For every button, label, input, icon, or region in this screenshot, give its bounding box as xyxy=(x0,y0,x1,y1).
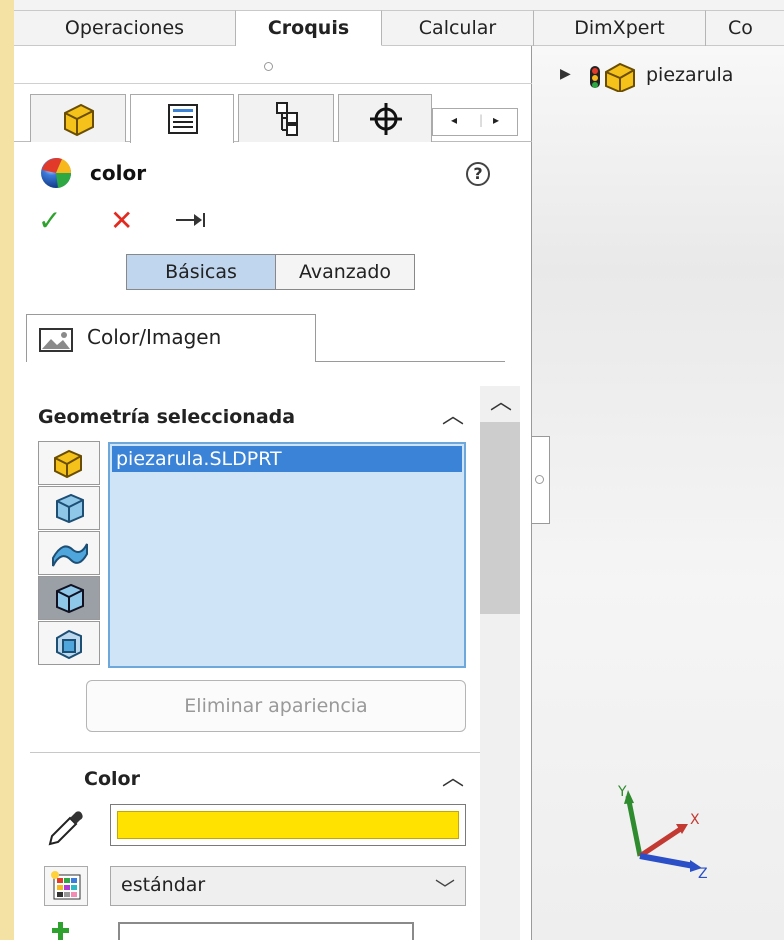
property-manager-panel: ◂ | ▸ color ? ✓ ✕ Básicas Avanzado Color… xyxy=(14,46,532,940)
color-swatch-field[interactable] xyxy=(110,804,466,846)
filter-surface-button[interactable] xyxy=(38,621,100,665)
color-heading: Color xyxy=(84,768,140,790)
mode-avanzado-button[interactable]: Avanzado xyxy=(275,254,415,290)
pin-icon xyxy=(176,213,205,227)
scrollbar-thumb[interactable] xyxy=(480,422,520,614)
color-collapse-icon[interactable]: ︿ xyxy=(442,760,464,792)
expand-arrow-icon[interactable]: ▶ xyxy=(560,66,571,82)
configuration-icon xyxy=(276,102,298,136)
tab-calcular[interactable]: Calcular xyxy=(382,10,534,46)
panel-scrollbar[interactable]: ︿ xyxy=(480,386,520,940)
crosshair-icon xyxy=(370,103,402,135)
triad-x-label: X xyxy=(690,812,700,828)
configurationmanager-tab[interactable] xyxy=(238,94,334,142)
geometry-heading: Geometría seleccionada xyxy=(38,406,296,428)
list-item[interactable]: piezarula.SLDPRT xyxy=(112,446,462,472)
eyedropper-button[interactable] xyxy=(44,806,88,850)
part-icon xyxy=(64,103,94,137)
featuremanager-tab[interactable] xyxy=(30,94,126,142)
filter-body-button[interactable] xyxy=(38,486,100,530)
triad-z-label: Z xyxy=(698,866,708,882)
feature-filter-icon xyxy=(56,583,84,614)
selection-filters xyxy=(38,441,102,667)
selected-geometry-list[interactable]: piezarula.SLDPRT xyxy=(108,442,466,668)
body-filter-icon xyxy=(56,493,84,524)
tab-croquis[interactable]: Croquis xyxy=(236,10,382,46)
color-swatch[interactable] xyxy=(117,811,459,839)
color-imagen-tab[interactable]: Color/Imagen xyxy=(26,314,316,362)
palette-select[interactable]: estándar ﹀ xyxy=(110,866,466,906)
pm-title: color xyxy=(90,161,147,185)
handle-dot-icon xyxy=(264,62,273,71)
manager-tabs: ◂ | ▸ xyxy=(14,90,532,143)
palette-options-button[interactable] xyxy=(44,866,88,906)
face-filter-icon xyxy=(52,543,88,567)
tab-dimxpert[interactable]: DimXpert xyxy=(534,10,706,46)
chevron-down-icon: ﹀ xyxy=(435,877,455,901)
surface-body-filter-icon xyxy=(56,629,82,660)
scroll-left-icon[interactable]: ◂ xyxy=(451,113,457,127)
image-icon xyxy=(39,328,73,352)
appearance-ball-icon xyxy=(41,158,72,188)
property-list-icon xyxy=(168,104,198,134)
add-color-button[interactable] xyxy=(44,922,88,940)
color-palette-swatches[interactable] xyxy=(118,922,414,940)
command-tab-bar: Operaciones Croquis Calcular DimXpert Co xyxy=(14,0,784,46)
triad-y-label: Y xyxy=(617,784,627,800)
scroll-up-icon[interactable]: ︿ xyxy=(490,384,512,416)
panel-collapse-handle[interactable] xyxy=(532,436,550,524)
dimxpertmanager-tab[interactable] xyxy=(338,94,432,142)
mode-basicas-button[interactable]: Básicas xyxy=(126,254,276,290)
help-button[interactable]: ? xyxy=(466,162,490,186)
filter-face-button[interactable] xyxy=(38,531,100,575)
eyedropper-icon xyxy=(48,811,83,846)
remove-appearance-button[interactable]: Eliminar apariencia xyxy=(86,680,466,732)
add-icon xyxy=(52,922,69,940)
part-tree-icon xyxy=(590,62,635,92)
filter-part-button[interactable] xyxy=(38,441,100,485)
panel-top-handle[interactable] xyxy=(14,46,532,84)
propertymanager-tab[interactable] xyxy=(130,94,234,143)
tab-operaciones[interactable]: Operaciones xyxy=(14,10,236,46)
app-frame: Operaciones Croquis Calcular DimXpert Co xyxy=(14,0,784,940)
ok-button[interactable]: ✓ xyxy=(38,204,61,237)
tab-scroll-arrows[interactable]: ◂ | ▸ xyxy=(432,108,518,136)
section-divider xyxy=(30,752,480,753)
part-filter-icon xyxy=(54,449,82,479)
cancel-button[interactable]: ✕ xyxy=(110,204,133,237)
graphics-viewport[interactable]: ▶ piezarula Y X Z xyxy=(532,46,784,940)
tree-node-label[interactable]: piezarula xyxy=(646,64,733,86)
color-palette-icon xyxy=(51,871,81,900)
scroll-right-icon[interactable]: ▸ xyxy=(493,113,499,127)
pin-button[interactable] xyxy=(174,210,210,235)
color-imagen-label: Color/Imagen xyxy=(87,325,222,349)
palette-select-value: estándar xyxy=(121,874,206,896)
tab-underline xyxy=(315,361,505,362)
geometry-collapse-icon[interactable]: ︿ xyxy=(442,398,464,430)
collapse-dot-icon xyxy=(535,475,544,484)
reference-triad: Y X Z xyxy=(617,784,708,882)
tab-co[interactable]: Co xyxy=(706,10,784,46)
filter-feature-button[interactable] xyxy=(38,576,100,620)
